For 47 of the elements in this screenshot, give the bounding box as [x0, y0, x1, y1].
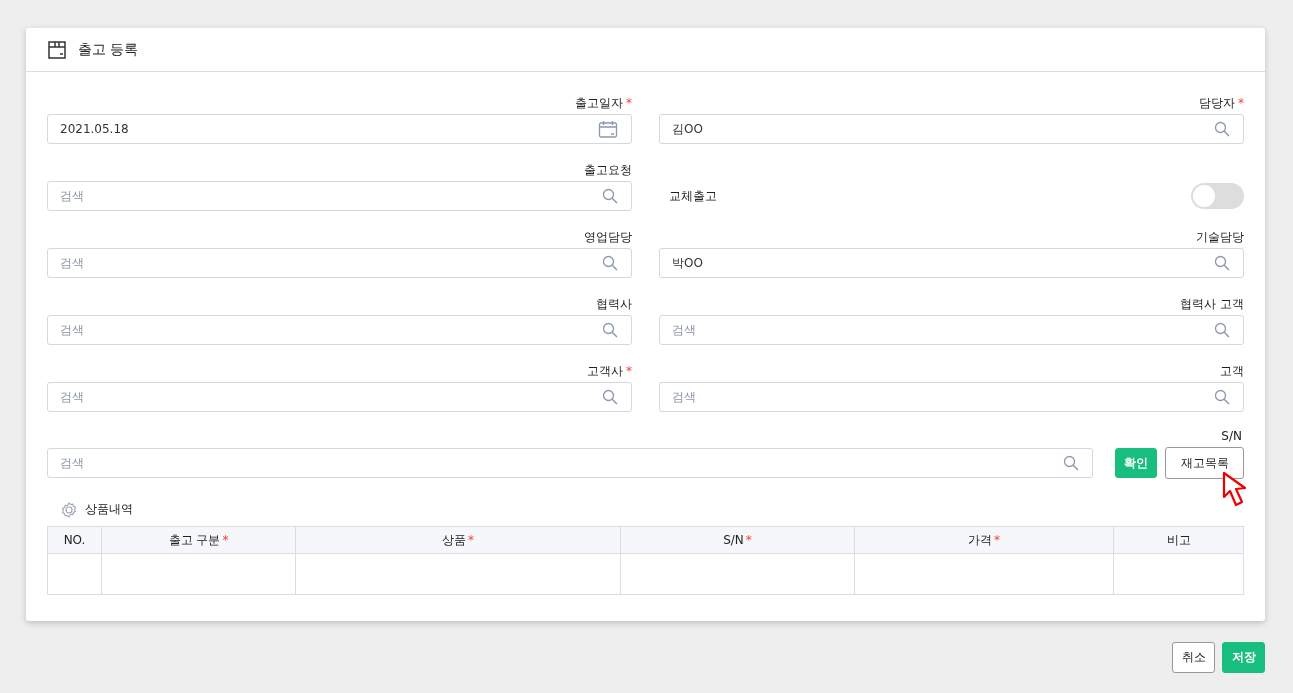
column-header: NO. [48, 527, 102, 554]
section-title: 상품내역 [85, 501, 133, 518]
column-header: 상품 * [296, 527, 621, 554]
search-field[interactable]: 검색 [659, 382, 1244, 412]
required-mark: * [1238, 96, 1244, 110]
search-field[interactable]: 검색 [47, 315, 632, 345]
column-header: S/N * [621, 527, 855, 554]
field-label: 담당자 [1199, 94, 1235, 112]
box-icon [48, 40, 66, 59]
field-label: S/N [1221, 429, 1242, 443]
page-title: 출고 등록 [78, 40, 139, 59]
calendar-icon[interactable] [598, 120, 618, 138]
field-label: 고객사 [587, 362, 623, 380]
stock-list-button[interactable]: 재고목록 [1165, 447, 1244, 479]
column-header: 비고 [1114, 527, 1244, 554]
field-label: 협력사 고객 [1180, 295, 1244, 313]
column-header: 출고 구분 * [102, 527, 296, 554]
search-field[interactable]: 검색 [47, 248, 632, 278]
search-icon[interactable] [602, 188, 618, 204]
search-icon[interactable] [1214, 322, 1230, 338]
column-header: 가격 * [855, 527, 1114, 554]
cancel-button[interactable]: 취소 [1172, 642, 1215, 673]
search-field[interactable]: 검색 [659, 315, 1244, 345]
search-icon[interactable] [602, 389, 618, 405]
search-field[interactable]: 검색 [47, 181, 632, 211]
gear-icon [61, 501, 77, 518]
search-field[interactable]: 검색 [47, 382, 632, 412]
field-label: 교체출고 [669, 187, 717, 205]
search-icon[interactable] [1214, 255, 1230, 271]
search-icon[interactable] [602, 322, 618, 338]
field-label: 출고요청 [584, 161, 632, 179]
field-label: 고객 [1220, 362, 1244, 380]
field-label: 기술담당 [1196, 228, 1244, 246]
search-field[interactable]: 김OO [659, 114, 1244, 144]
search-field[interactable]: 박OO [659, 248, 1244, 278]
search-icon[interactable] [1214, 121, 1230, 137]
search-field[interactable]: 검색 [47, 448, 1093, 478]
field-label: 출고일자 [575, 94, 623, 112]
field-label: 영업담당 [584, 228, 632, 246]
search-icon[interactable] [602, 255, 618, 271]
search-icon[interactable] [1214, 389, 1230, 405]
search-icon[interactable] [1063, 455, 1079, 471]
required-mark: * [626, 96, 632, 110]
required-mark: * [626, 364, 632, 378]
date-field[interactable]: 2021.05.18 [47, 114, 632, 144]
toggle-switch[interactable] [1191, 183, 1244, 209]
field-label: 협력사 [596, 295, 632, 313]
